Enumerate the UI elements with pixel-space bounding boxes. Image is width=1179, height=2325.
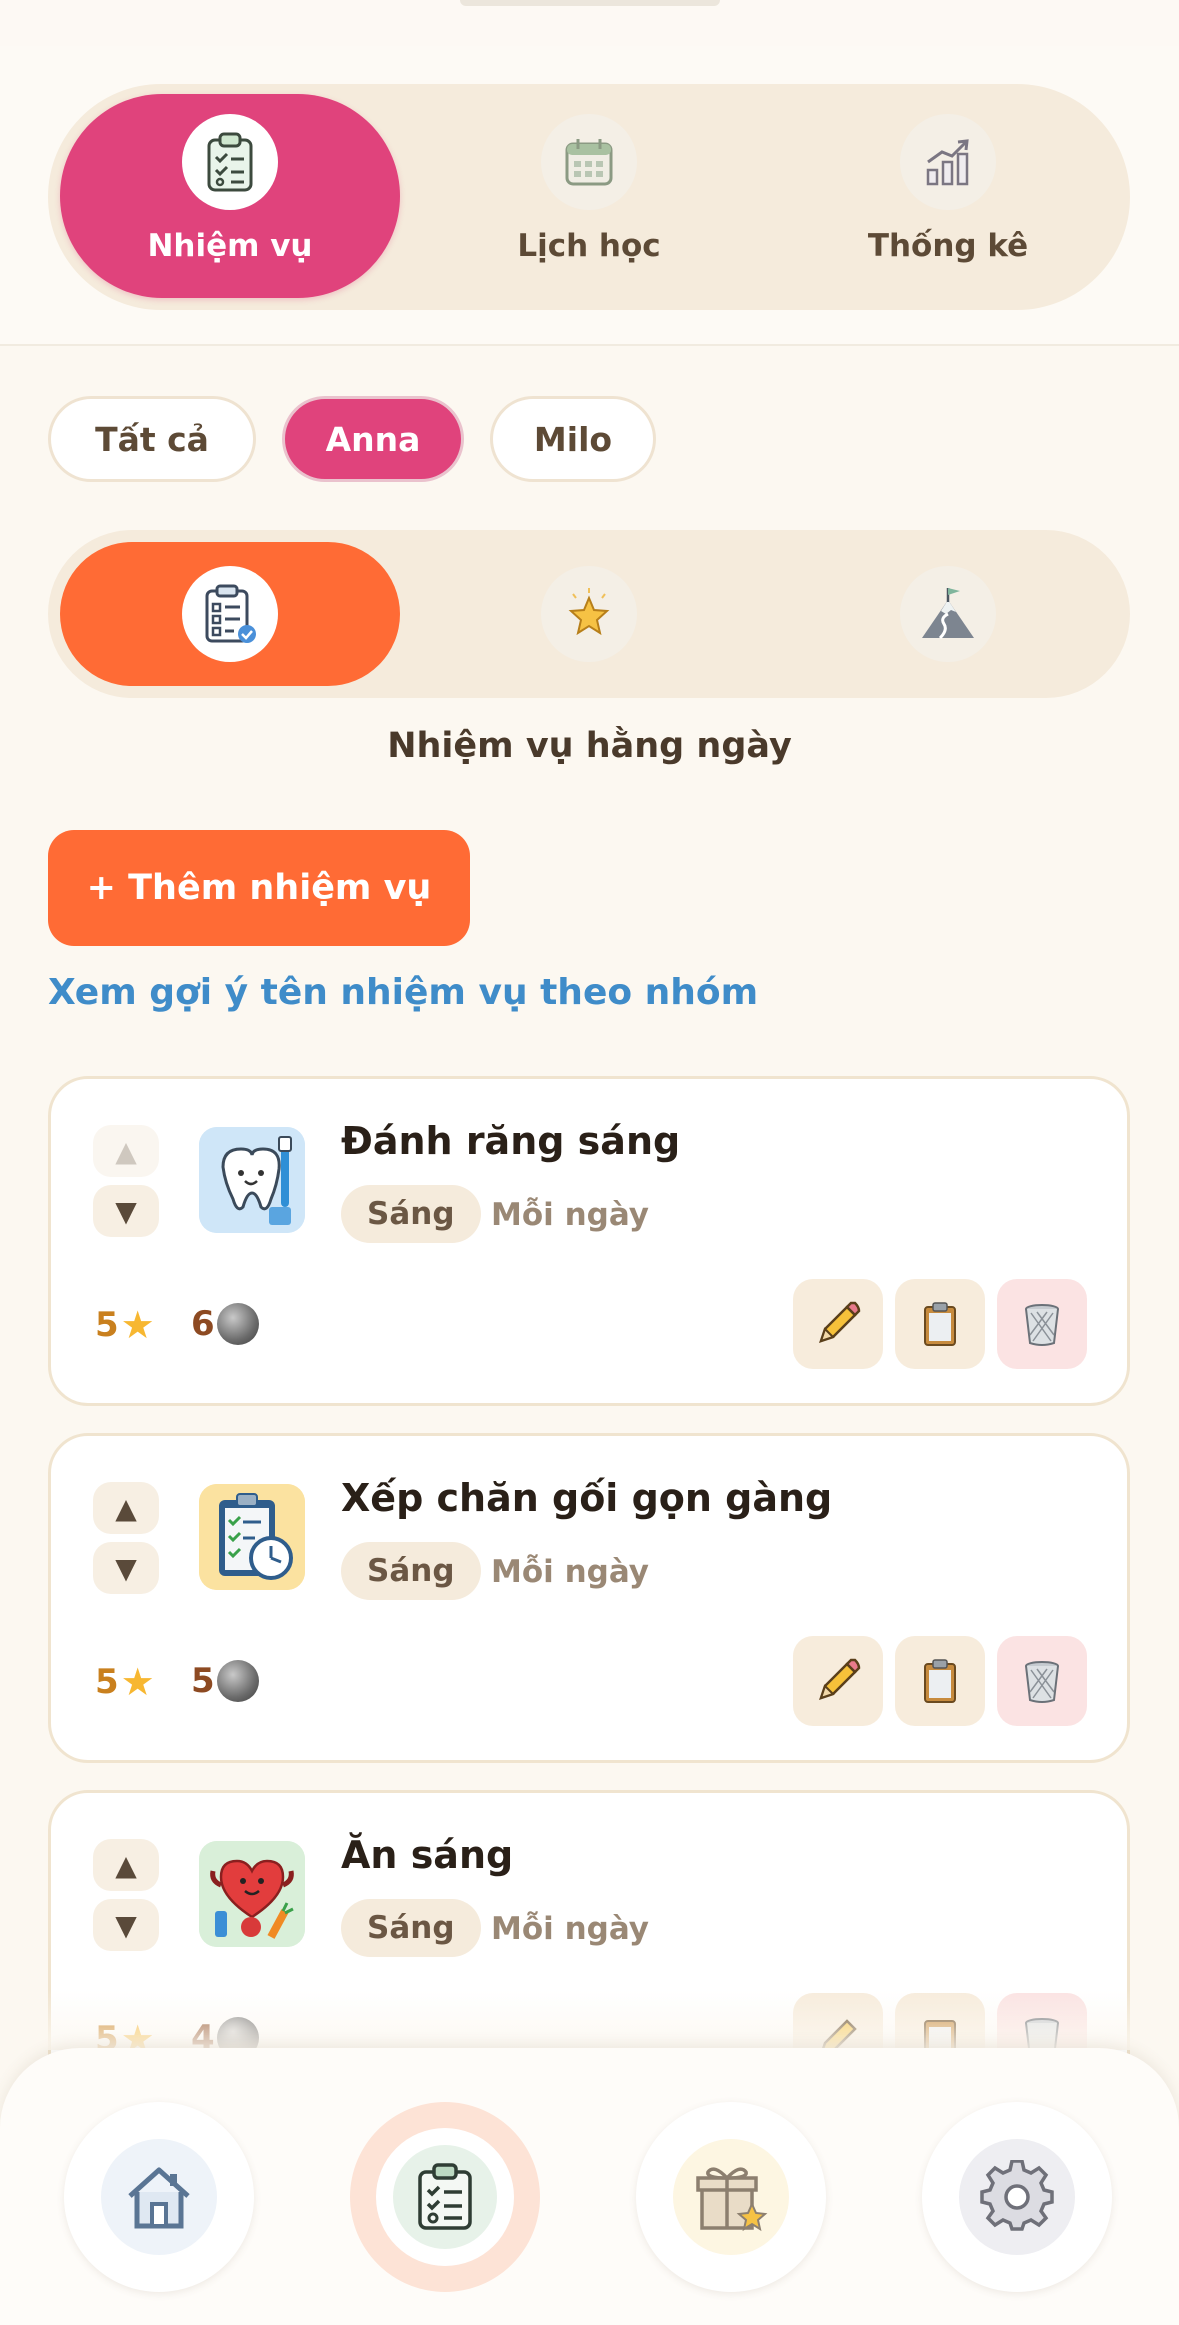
scroll-fade (0, 1990, 1179, 2050)
home-icon (101, 2139, 217, 2255)
gift-star-icon (673, 2139, 789, 2255)
status-bar (0, 0, 1179, 46)
star-icon: ★ (120, 1660, 155, 1704)
tab-schedule-label: Lịch học (517, 228, 661, 264)
task-title: Đánh răng sáng (341, 1119, 681, 1163)
healthy-heart-food-icon (199, 1841, 305, 1947)
tab-tasks[interactable]: Nhiệm vụ (60, 94, 400, 298)
frequency-label: Mỗi ngày (491, 1911, 649, 1947)
coin-reward: 6 (191, 1303, 259, 1345)
coin-icon (216, 1660, 259, 1702)
coin-reward: 5 (191, 1660, 259, 1702)
nav-rewards[interactable] (636, 2102, 826, 2292)
star-count: 5 (95, 1305, 119, 1345)
task-card: ▲ ▼ Xếp chăn gối gọn gàng Sáng Mỗi ngày … (48, 1433, 1130, 1763)
bar-chart-icon (900, 114, 996, 210)
move-down-button[interactable]: ▼ (93, 1185, 159, 1237)
status-notch (460, 0, 720, 6)
tab-statistics-label: Thống kê (867, 228, 1029, 264)
move-down-button[interactable]: ▼ (93, 1899, 159, 1951)
task-title: Xếp chăn gối gọn gàng (341, 1476, 833, 1520)
time-badge: Sáng (341, 1542, 481, 1600)
coin-icon (216, 1303, 259, 1345)
tab-daily-tasks[interactable] (60, 542, 400, 686)
checklist-clock-icon (199, 1484, 305, 1590)
settings-gear-icon (959, 2139, 1075, 2255)
filter-chip-all[interactable]: Tất cả (48, 396, 256, 482)
tab-tasks-label: Nhiệm vụ (147, 228, 313, 264)
tab-challenges[interactable] (778, 542, 1118, 686)
move-up-button[interactable]: ▲ (93, 1482, 159, 1534)
star-icon: ★ (120, 1303, 155, 1347)
edit-button[interactable] (793, 1636, 883, 1726)
tooth-brush-icon (199, 1127, 305, 1233)
star-reward: 5★ (95, 1660, 155, 1704)
pencil-icon (819, 1301, 861, 1343)
delete-button[interactable] (997, 1279, 1087, 1369)
suggestion-link[interactable]: Xem gợi ý tên nhiệm vụ theo nhóm (48, 972, 758, 1013)
move-up-button[interactable]: ▲ (93, 1839, 159, 1891)
task-title: Ăn sáng (341, 1833, 514, 1877)
delete-button[interactable] (997, 1636, 1087, 1726)
move-up-button[interactable]: ▲ (93, 1125, 159, 1177)
add-task-button[interactable]: + Thêm nhiệm vụ (48, 830, 470, 946)
trash-bin-icon (1025, 1661, 1059, 1703)
coin-count: 6 (191, 1304, 215, 1344)
tab-schedule[interactable]: Lịch học (419, 94, 759, 298)
time-badge: Sáng (341, 1185, 481, 1243)
section-title: Nhiệm vụ hằng ngày (387, 726, 792, 766)
star-count: 5 (95, 1662, 119, 1702)
clipboard-checklist-icon (182, 114, 278, 210)
frequency-label: Mỗi ngày (491, 1197, 649, 1233)
pencil-icon (819, 1658, 861, 1700)
tasks-clipboard-icon (376, 2128, 514, 2266)
tab-statistics[interactable]: Thống kê (778, 94, 1118, 298)
move-down-button[interactable]: ▼ (93, 1542, 159, 1594)
clipboard-icon (924, 1302, 956, 1346)
task-type-tab-bar (48, 530, 1130, 698)
star-reward: 5★ (95, 1303, 155, 1347)
tab-star-tasks[interactable] (419, 542, 759, 686)
filter-chip-anna[interactable]: Anna (282, 396, 464, 482)
edit-button[interactable] (793, 1279, 883, 1369)
trash-bin-icon (1025, 1304, 1059, 1346)
task-card: ▲ ▼ Đánh răng sáng Sáng Mỗi ngày 5 ★ 6 (48, 1076, 1130, 1406)
star-icon (541, 566, 637, 662)
filter-chip-milo[interactable]: Milo (490, 396, 656, 482)
nav-tasks[interactable] (350, 2102, 540, 2292)
nav-home[interactable] (64, 2102, 254, 2292)
frequency-label: Mỗi ngày (491, 1554, 649, 1590)
copy-button[interactable] (895, 1636, 985, 1726)
nav-settings[interactable] (922, 2102, 1112, 2292)
coin-count: 5 (191, 1661, 215, 1701)
copy-button[interactable] (895, 1279, 985, 1369)
calendar-icon (541, 114, 637, 210)
daily-task-clipboard-icon (182, 566, 278, 662)
time-badge: Sáng (341, 1899, 481, 1957)
mountain-flag-icon (900, 566, 996, 662)
clipboard-icon (924, 1659, 956, 1703)
main-tab-bar: Nhiệm vụ Lịch học Thống kê (48, 84, 1130, 310)
